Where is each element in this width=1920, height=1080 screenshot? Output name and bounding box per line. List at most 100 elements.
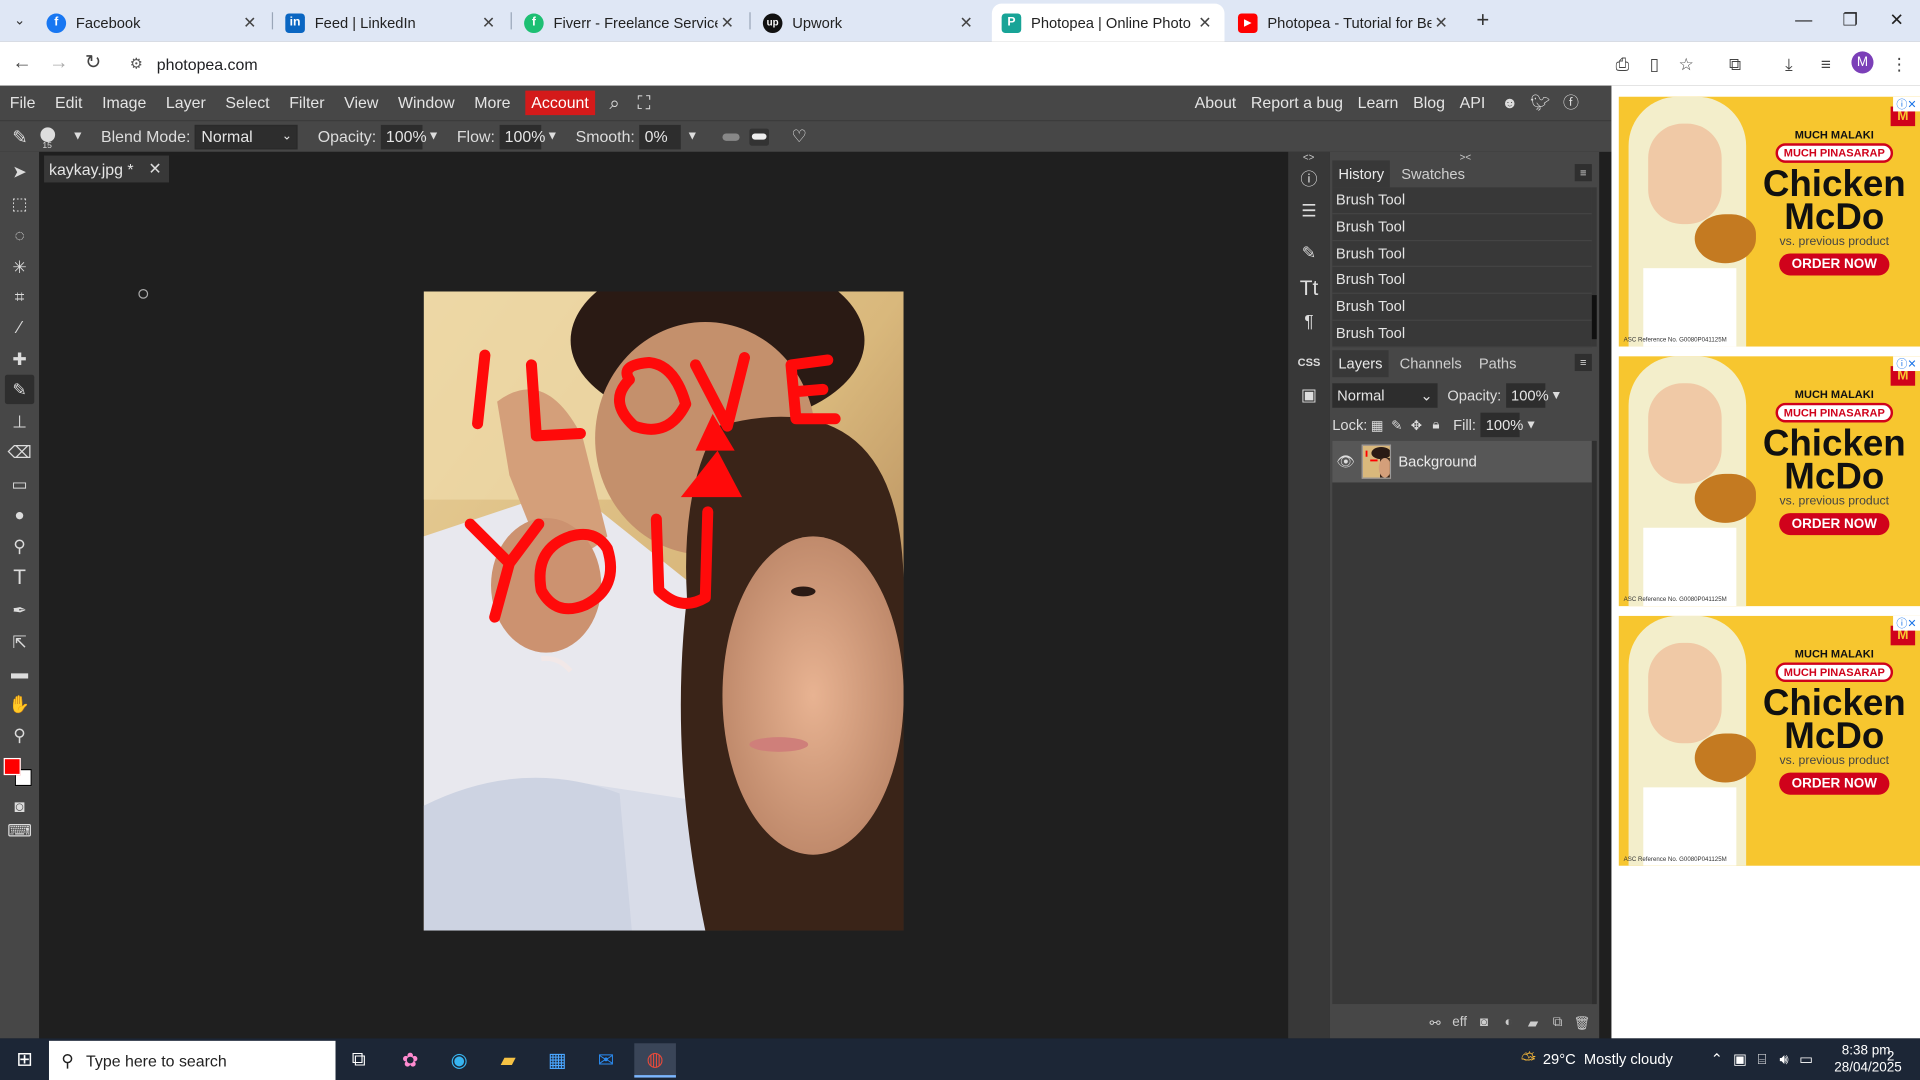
zoom-tool-icon[interactable]: ⚲ bbox=[5, 720, 34, 749]
facebook-icon[interactable]: ⓕ bbox=[1558, 89, 1585, 116]
chevron-down-icon[interactable]: ▼ bbox=[428, 130, 440, 143]
battery-icon[interactable]: ▭ bbox=[1795, 1051, 1817, 1068]
gradient-tool-icon[interactable]: ▭ bbox=[5, 469, 34, 498]
history-item[interactable]: Brush Tool bbox=[1332, 321, 1592, 348]
layer-effects-icon[interactable]: eff bbox=[1447, 1015, 1471, 1030]
chevron-down-icon[interactable]: ▼ bbox=[72, 130, 84, 143]
paragraph-icon[interactable]: ¶ bbox=[1294, 306, 1323, 335]
move-tool-icon[interactable]: ➤ bbox=[5, 157, 34, 186]
hand-tool-icon[interactable]: ✋ bbox=[5, 689, 34, 718]
history-item[interactable]: Brush Tool bbox=[1332, 294, 1592, 321]
new-layer-icon[interactable]: ⧉ bbox=[1545, 1014, 1569, 1030]
tab-youtube[interactable]: ▶ Photopea - Tutorial for Beginne ✕ bbox=[1228, 4, 1461, 42]
mail-icon[interactable]: ✉ bbox=[585, 1043, 627, 1077]
eraser-tool-icon[interactable]: ⌫ bbox=[5, 437, 34, 466]
path-select-tool-icon[interactable]: ⇱ bbox=[5, 627, 34, 656]
keyboard-icon[interactable]: ⌨ bbox=[5, 816, 34, 845]
fullscreen-icon[interactable]: ⛶ bbox=[629, 92, 658, 113]
ad-order-button[interactable]: ORDER NOW bbox=[1779, 772, 1890, 795]
menu-filter[interactable]: Filter bbox=[279, 86, 334, 120]
ad-banner[interactable]: MUCH MALAKI MUCH PINASARAP Chicken McDo … bbox=[1618, 356, 1920, 607]
twitter-icon[interactable]: 🐦︎ bbox=[1527, 89, 1554, 116]
pressure-size-icon[interactable] bbox=[749, 127, 770, 146]
link-about[interactable]: About bbox=[1187, 86, 1243, 120]
info-icon[interactable]: ⓘ bbox=[1294, 164, 1323, 193]
brush-tool-icon[interactable]: ✎ bbox=[12, 126, 27, 148]
eye-icon[interactable]: 👁︎ bbox=[1332, 453, 1359, 470]
back-icon[interactable]: ← bbox=[10, 51, 34, 75]
chevron-up-icon[interactable]: ⌃ bbox=[1705, 1051, 1729, 1068]
menu-layer[interactable]: Layer bbox=[156, 86, 215, 120]
clone-stamp-tool-icon[interactable]: ⊥ bbox=[5, 407, 34, 436]
layer-opacity-input[interactable]: 100% bbox=[1506, 383, 1549, 408]
link-learn[interactable]: Learn bbox=[1350, 86, 1405, 120]
image-canvas[interactable] bbox=[423, 291, 904, 931]
foreground-color-swatch[interactable] bbox=[3, 757, 21, 776]
canvas-workspace[interactable]: kaykay.jpg * ✕ bbox=[39, 151, 1289, 1039]
brush-settings-icon[interactable]: ✎ bbox=[1294, 238, 1323, 267]
css-icon[interactable]: CSS bbox=[1294, 348, 1323, 377]
healing-brush-tool-icon[interactable]: ✚ bbox=[5, 344, 34, 373]
layers-menu-icon[interactable]: ≡ bbox=[1574, 353, 1592, 372]
close-tab-icon[interactable]: ✕ bbox=[956, 13, 976, 33]
history-item[interactable]: Brush Tool bbox=[1332, 267, 1592, 295]
weather-widget[interactable]: ⛅︎ 29°C Mostly cloudy bbox=[1521, 1038, 1673, 1080]
link-report-bug[interactable]: Report a bug bbox=[1244, 86, 1351, 120]
ad-close-icon[interactable]: ⓘ✕ bbox=[1893, 615, 1920, 631]
restore-icon[interactable]: ❐ bbox=[1832, 7, 1869, 31]
layer-mask-icon[interactable]: ◙ bbox=[1472, 1015, 1496, 1030]
document-tab[interactable]: kaykay.jpg * ✕ bbox=[44, 155, 170, 183]
edge-icon[interactable]: ◉ bbox=[438, 1043, 480, 1077]
eyedropper-tool-icon[interactable]: ⁄ bbox=[5, 312, 34, 341]
symmetry-heart-icon[interactable]: ♡ bbox=[791, 126, 806, 147]
menu-file[interactable]: File bbox=[0, 86, 45, 120]
flow-input[interactable]: 100% bbox=[499, 124, 545, 149]
minimize-icon[interactable]: — bbox=[1785, 7, 1822, 31]
link-api[interactable]: API bbox=[1452, 86, 1492, 120]
tab-swatches[interactable]: Swatches bbox=[1395, 160, 1471, 187]
pen-tool-icon[interactable]: ✒ bbox=[5, 595, 34, 624]
close-document-icon[interactable]: ✕ bbox=[148, 159, 161, 179]
volume-icon[interactable]: 🔊︎ bbox=[1773, 1050, 1795, 1068]
link-layers-icon[interactable]: ⚯ bbox=[1423, 1014, 1447, 1031]
lasso-tool-icon[interactable]: ◌ bbox=[5, 220, 34, 249]
url-field[interactable]: ⚙ photopea.com bbox=[122, 47, 1592, 80]
tab-channels[interactable]: Channels bbox=[1394, 350, 1468, 377]
tab-upwork[interactable]: up Upwork ✕ bbox=[753, 4, 986, 42]
ad-banner[interactable]: MUCH MALAKI MUCH PINASARAP Chicken McDo … bbox=[1618, 615, 1920, 866]
tab-photopea[interactable]: P Photopea | Online Photo Editor ✕ bbox=[991, 3, 1225, 42]
crop-tool-icon[interactable]: ⌗ bbox=[5, 282, 34, 311]
forward-icon[interactable]: → bbox=[47, 51, 71, 75]
copilot-icon[interactable]: ✿ bbox=[389, 1043, 431, 1077]
close-tab-icon[interactable]: ✕ bbox=[1195, 13, 1215, 33]
chevron-down-icon[interactable]: ▼ bbox=[546, 130, 558, 143]
extensions-icon[interactable]: ⧉ bbox=[1724, 53, 1746, 75]
layer-row-background[interactable]: 👁︎ Background bbox=[1332, 440, 1592, 483]
menu-window[interactable]: Window bbox=[388, 86, 464, 120]
layer-blend-select[interactable]: Normal ⌄ bbox=[1332, 383, 1438, 408]
profile-avatar[interactable]: M bbox=[1851, 51, 1874, 74]
opacity-input[interactable]: 100% bbox=[381, 124, 427, 149]
task-view-icon[interactable]: ⧉ bbox=[338, 1043, 380, 1077]
blur-tool-icon[interactable]: ● bbox=[5, 500, 34, 529]
page-icon[interactable]: ▯ bbox=[1643, 53, 1665, 75]
tab-fiverr[interactable]: f Fiverr - Freelance Services Mark ✕ bbox=[514, 4, 747, 42]
close-window-icon[interactable]: ✕ bbox=[1878, 7, 1915, 31]
tab-facebook[interactable]: f Facebook ✕ bbox=[37, 4, 270, 42]
download-icon[interactable]: ⤓ bbox=[1778, 53, 1800, 75]
close-tab-icon[interactable]: ✕ bbox=[240, 13, 260, 33]
history-item[interactable]: Brush Tool bbox=[1332, 241, 1592, 268]
ad-close-icon[interactable]: ⓘ✕ bbox=[1893, 356, 1920, 372]
tab-linkedin[interactable]: in Feed | LinkedIn ✕ bbox=[276, 4, 509, 42]
reload-icon[interactable]: ↻ bbox=[81, 51, 105, 75]
collapse-panels-icon[interactable]: <> bbox=[1303, 152, 1314, 163]
notifications-icon[interactable]: 2 bbox=[1880, 1049, 1902, 1069]
reddit-icon[interactable]: ☻ bbox=[1496, 89, 1523, 116]
taskbar-search-box[interactable]: ⚲ Type here to search bbox=[48, 1040, 336, 1080]
bookmark-star-icon[interactable]: ☆ bbox=[1675, 53, 1697, 75]
adjustments-icon[interactable]: ☰ bbox=[1294, 196, 1323, 225]
ad-order-button[interactable]: ORDER NOW bbox=[1779, 513, 1890, 536]
menu-more[interactable]: More bbox=[464, 86, 520, 120]
brush-preset-picker[interactable]: 15 bbox=[39, 127, 67, 151]
ad-order-button[interactable]: ORDER NOW bbox=[1779, 253, 1890, 276]
